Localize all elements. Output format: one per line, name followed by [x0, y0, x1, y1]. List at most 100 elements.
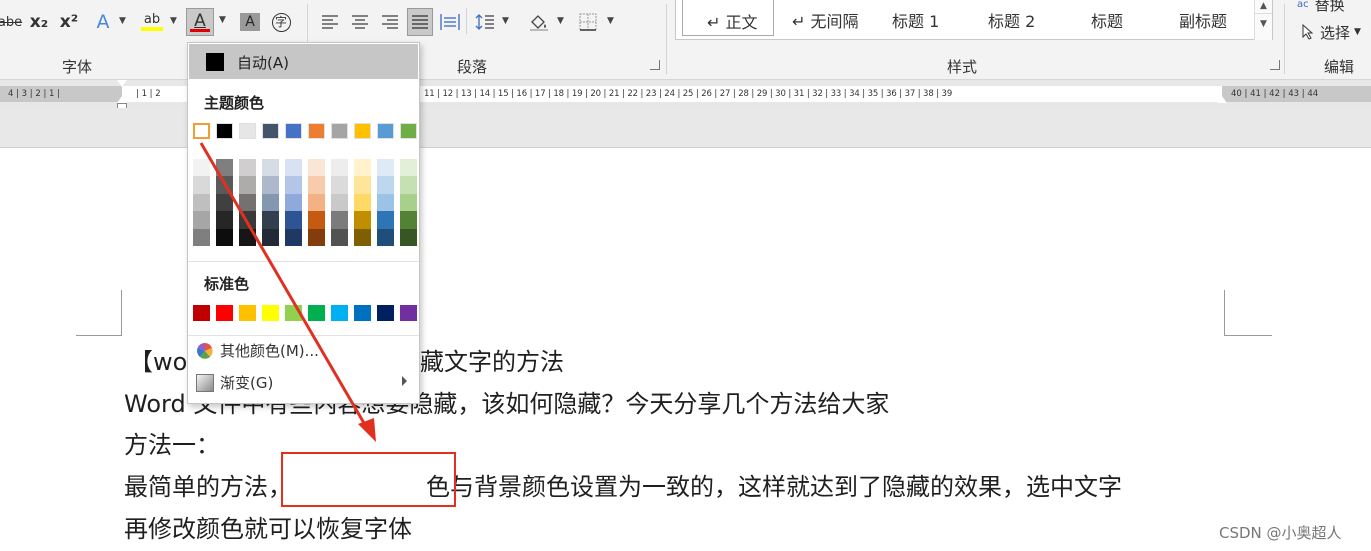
- automatic-color-option[interactable]: 自动(A): [189, 44, 418, 79]
- theme-shade-swatch[interactable]: [262, 176, 279, 194]
- theme-shade-swatch[interactable]: [377, 193, 394, 212]
- hanging-indent-marker[interactable]: [117, 96, 127, 103]
- theme-shade-swatch[interactable]: [285, 228, 302, 246]
- theme-shade-swatch[interactable]: [216, 211, 233, 229]
- theme-color-swatch[interactable]: [400, 123, 417, 139]
- justify-icon[interactable]: [407, 8, 433, 36]
- doc-paragraph-line[interactable]: 最简单的方法，: [124, 467, 292, 502]
- doc-title-line-tail[interactable]: 藏文字的方法: [420, 342, 564, 377]
- theme-color-swatch[interactable]: [331, 123, 348, 139]
- theme-color-swatch[interactable]: [262, 123, 279, 139]
- standard-color-swatch[interactable]: [216, 305, 233, 321]
- highlight-button[interactable]: ab: [139, 8, 165, 36]
- chevron-down-icon[interactable]: ▼: [557, 16, 564, 26]
- theme-shade-swatch[interactable]: [377, 159, 394, 177]
- gradient-option[interactable]: 渐变(G): [188, 369, 419, 397]
- distributed-align-icon[interactable]: [438, 8, 462, 36]
- align-right-icon[interactable]: [378, 8, 402, 36]
- theme-shade-swatch[interactable]: [285, 193, 302, 212]
- theme-shade-swatch[interactable]: [285, 159, 302, 177]
- style-no-spacing[interactable]: ↵ 无间隔: [792, 8, 859, 32]
- theme-shade-swatch[interactable]: [400, 211, 417, 229]
- standard-color-swatch[interactable]: [285, 305, 302, 321]
- chevron-down-icon[interactable]: ▼: [502, 16, 509, 26]
- theme-shade-swatch[interactable]: [354, 193, 371, 212]
- theme-shade-swatch[interactable]: [377, 211, 394, 229]
- select-button[interactable]: 选择 ▼: [1302, 18, 1371, 46]
- theme-shade-swatch[interactable]: [193, 211, 210, 229]
- theme-shade-swatch[interactable]: [400, 159, 417, 177]
- enclose-characters-button[interactable]: 字: [270, 8, 292, 36]
- shading-icon[interactable]: [526, 8, 552, 36]
- theme-shade-swatch[interactable]: [331, 193, 348, 212]
- theme-shade-swatch[interactable]: [216, 176, 233, 194]
- theme-shade-swatch[interactable]: [262, 211, 279, 229]
- superscript-button[interactable]: x²: [58, 8, 80, 36]
- style-title[interactable]: 标题: [1091, 8, 1123, 32]
- theme-shade-swatch[interactable]: [331, 211, 348, 229]
- theme-shade-swatch[interactable]: [193, 176, 210, 194]
- doc-paragraph-line[interactable]: 再修改颜色就可以恢复字体: [124, 509, 412, 544]
- standard-color-swatch[interactable]: [400, 305, 417, 321]
- theme-shade-swatch[interactable]: [377, 228, 394, 246]
- theme-shade-swatch[interactable]: [216, 228, 233, 246]
- doc-title-line[interactable]: 【wo: [129, 342, 187, 377]
- theme-shade-swatch[interactable]: [308, 228, 325, 246]
- styles-dialog-launcher[interactable]: [1270, 60, 1280, 70]
- font-color-button[interactable]: A: [186, 8, 214, 36]
- theme-color-swatch[interactable]: [193, 123, 210, 139]
- theme-shade-swatch[interactable]: [400, 193, 417, 212]
- theme-shade-swatch[interactable]: [239, 159, 256, 177]
- chevron-down-icon[interactable]: ▼: [607, 16, 614, 26]
- theme-shade-swatch[interactable]: [331, 159, 348, 177]
- chevron-down-icon[interactable]: ▼: [119, 16, 126, 26]
- gallery-more-icon[interactable]: ▼: [1255, 13, 1272, 39]
- standard-color-swatch[interactable]: [262, 305, 279, 321]
- theme-shade-swatch[interactable]: [377, 176, 394, 194]
- paragraph-dialog-launcher[interactable]: [650, 60, 660, 70]
- theme-shade-swatch[interactable]: [308, 176, 325, 194]
- theme-shade-swatch[interactable]: [216, 159, 233, 177]
- theme-shade-swatch[interactable]: [239, 228, 256, 246]
- theme-color-swatch[interactable]: [377, 123, 394, 139]
- theme-color-swatch[interactable]: [285, 123, 302, 139]
- line-spacing-icon[interactable]: [472, 8, 498, 36]
- theme-color-swatch[interactable]: [216, 123, 233, 139]
- borders-icon[interactable]: [576, 8, 600, 36]
- gallery-scroll[interactable]: ▲ ▼: [1254, 0, 1272, 40]
- theme-shade-swatch[interactable]: [354, 228, 371, 246]
- style-heading-2[interactable]: 标题 2: [988, 8, 1035, 32]
- doc-paragraph-line[interactable]: 方法一：: [124, 425, 220, 460]
- style-heading-1[interactable]: 标题 1: [892, 8, 939, 32]
- subscript-button[interactable]: x₂: [28, 8, 50, 36]
- more-colors-option[interactable]: 其他颜色(M)...: [188, 337, 419, 365]
- theme-shade-swatch[interactable]: [354, 159, 371, 177]
- theme-shade-swatch[interactable]: [193, 193, 210, 212]
- strikethrough-button[interactable]: abe: [0, 8, 22, 36]
- theme-shade-swatch[interactable]: [216, 193, 233, 212]
- standard-color-swatch[interactable]: [331, 305, 348, 321]
- align-center-icon[interactable]: [348, 8, 372, 36]
- chevron-down-icon[interactable]: ▼: [170, 16, 177, 26]
- chevron-up-icon[interactable]: ▲: [1255, 0, 1272, 13]
- doc-paragraph-line-tail[interactable]: 色与背景颜色设置为一致的，这样就达到了隐藏的效果，选中文字: [426, 467, 1122, 502]
- right-indent-marker[interactable]: [1217, 96, 1227, 103]
- character-shading-button[interactable]: A: [240, 13, 260, 31]
- theme-shade-swatch[interactable]: [331, 228, 348, 246]
- theme-shade-swatch[interactable]: [331, 176, 348, 194]
- standard-color-swatch[interactable]: [377, 305, 394, 321]
- replace-button[interactable]: ac 替换: [1297, 0, 1361, 18]
- theme-shade-swatch[interactable]: [400, 176, 417, 194]
- align-left-icon[interactable]: [318, 8, 342, 36]
- chevron-down-icon[interactable]: ▼: [219, 15, 226, 25]
- theme-shade-swatch[interactable]: [262, 159, 279, 177]
- theme-shade-swatch[interactable]: [239, 193, 256, 212]
- theme-shade-swatch[interactable]: [262, 193, 279, 212]
- theme-color-swatch[interactable]: [354, 123, 371, 139]
- standard-color-swatch[interactable]: [239, 305, 256, 321]
- theme-shade-swatch[interactable]: [400, 228, 417, 246]
- style-subtitle[interactable]: 副标题: [1179, 8, 1227, 32]
- theme-shade-swatch[interactable]: [239, 211, 256, 229]
- theme-shade-swatch[interactable]: [285, 176, 302, 194]
- theme-shade-swatch[interactable]: [308, 159, 325, 177]
